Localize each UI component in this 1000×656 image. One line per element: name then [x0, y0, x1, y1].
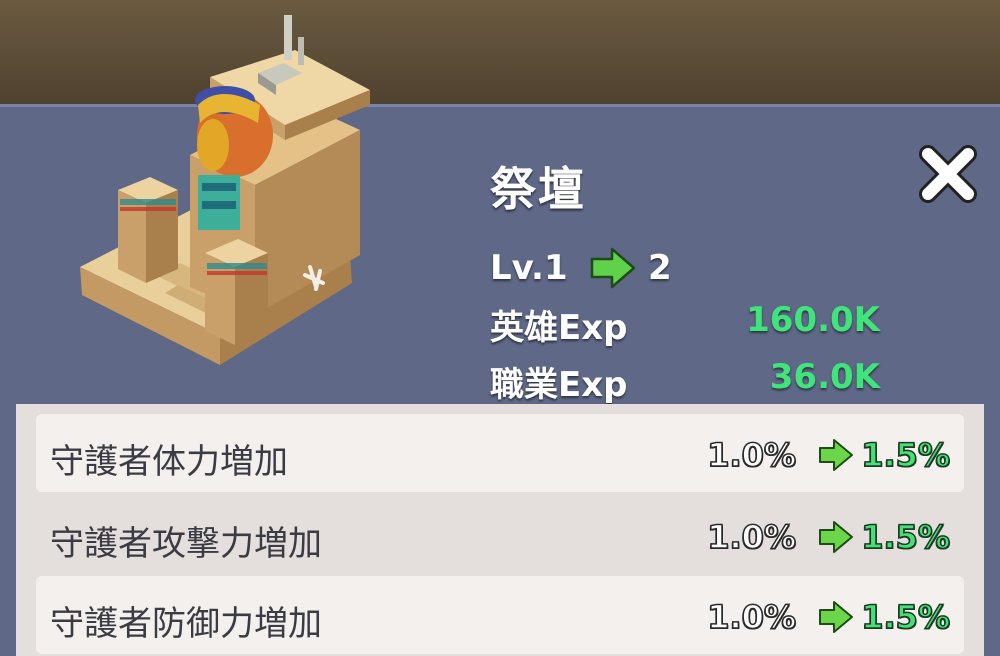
hero-exp-label: 英雄Exp [490, 308, 628, 348]
level-arrow-icon [590, 247, 636, 289]
bonus-arrow-icon [818, 600, 854, 634]
class-exp-value: 36.0K [769, 357, 880, 397]
bonus-row-hp: 守護者体力増加 1.0% 1.5% [36, 414, 964, 492]
bonus-arrow-icon [818, 438, 854, 472]
bonus-label: 守護者体力増加 [50, 442, 288, 482]
bonus-next-value: 1.5% [861, 517, 951, 557]
bonus-list: 守護者体力増加 1.0% 1.5% 守護者攻撃力増加 1.0% 1.5% 守護者… [16, 404, 984, 656]
bonus-row-attack: 守護者攻撃力増加 1.0% 1.5% [36, 496, 964, 574]
level-current: Lv.1 [490, 248, 568, 288]
bonus-next-value: 1.5% [861, 597, 951, 637]
bonus-current-value: 1.0% [707, 517, 797, 557]
level-next: 2 [648, 248, 672, 288]
bonus-label: 守護者防御力増加 [50, 604, 322, 644]
sphinx-altar-building-icon [70, 5, 370, 390]
building-name: 祭壇 [490, 162, 586, 216]
bonus-current-value: 1.0% [707, 597, 797, 637]
bonus-label: 守護者攻撃力増加 [50, 524, 322, 564]
hero-exp-value: 160.0K [746, 300, 880, 340]
close-icon [919, 145, 977, 203]
bonus-current-value: 1.0% [707, 435, 797, 475]
bonus-next-value: 1.5% [861, 435, 951, 475]
close-button[interactable] [912, 138, 984, 210]
bonus-row-defense: 守護者防御力増加 1.0% 1.5% [36, 576, 964, 654]
bonus-arrow-icon [818, 520, 854, 554]
class-exp-label: 職業Exp [490, 365, 628, 405]
